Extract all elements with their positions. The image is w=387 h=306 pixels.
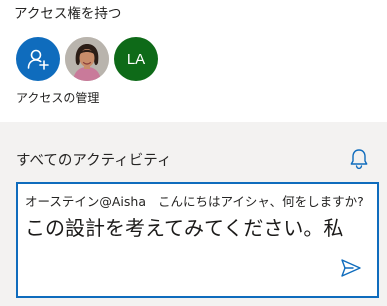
send-button[interactable] bbox=[340, 258, 362, 278]
add-person-button[interactable] bbox=[16, 37, 60, 81]
mention-prefix: オーステイン@Aisha bbox=[25, 194, 146, 209]
bell-icon bbox=[350, 149, 368, 170]
user-photo-avatar[interactable] bbox=[65, 37, 109, 81]
activity-title: すべてのアクティビティ bbox=[16, 153, 172, 169]
access-section: アクセス権を持つ LA アクセスの管理 bbox=[0, 0, 387, 122]
initials-avatar[interactable]: LA bbox=[114, 37, 158, 81]
comment-text: この設計を考えてみてください。私 bbox=[25, 216, 344, 240]
comment-input[interactable]: オーステイン@Aisha こんにちはアイシャ、何をしますか? この設計を考えてみて… bbox=[16, 182, 379, 298]
activity-section: すべてのアクティビティ オーステイン@Aisha こんにちはアイシャ、何をしますか… bbox=[0, 122, 387, 306]
user-photo bbox=[65, 37, 109, 81]
access-section-title: アクセス権を持つ bbox=[14, 6, 122, 22]
add-person-icon bbox=[27, 49, 49, 70]
send-icon bbox=[341, 259, 361, 277]
manage-access-link[interactable]: アクセスの管理 bbox=[16, 89, 99, 106]
mention-text: こんにちはアイシャ、何をしますか? bbox=[158, 194, 364, 209]
bell-button[interactable] bbox=[349, 148, 369, 170]
mention-line: オーステイン@Aisha こんにちはアイシャ、何をしますか? bbox=[25, 191, 364, 210]
